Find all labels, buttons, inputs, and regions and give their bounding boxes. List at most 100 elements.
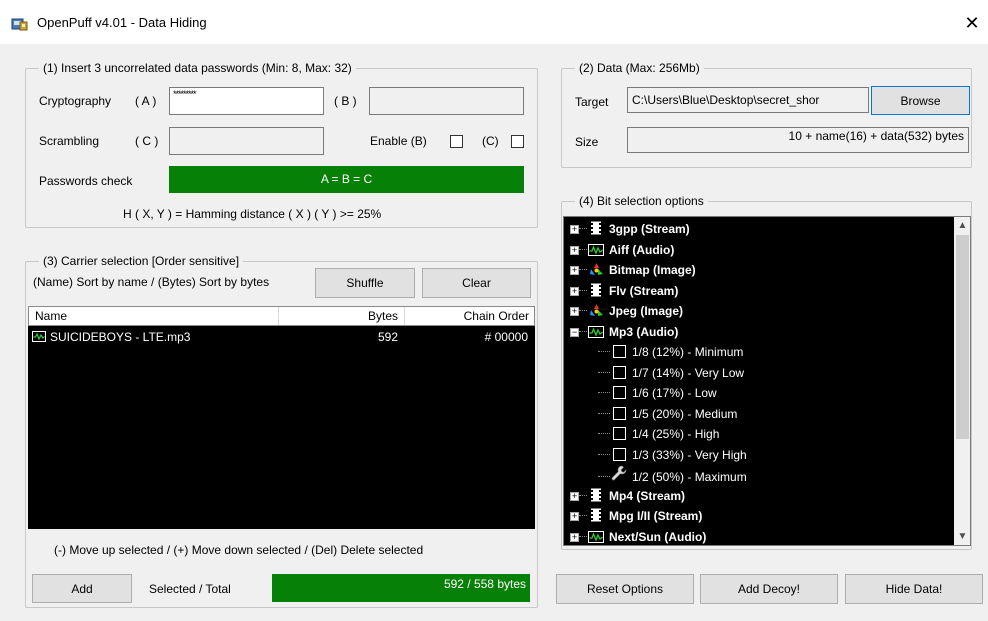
wrench-icon[interactable] (610, 465, 628, 487)
film-icon (587, 488, 605, 508)
checkbox-icon[interactable] (610, 445, 628, 465)
bit-option-item[interactable]: 1/8 (12%) - Minimum (598, 342, 743, 362)
shuffle-button[interactable]: Shuffle (315, 268, 415, 298)
carrier-file-chain: # 00000 (484, 330, 528, 344)
passwords-check-label: Passwords check (39, 174, 133, 188)
bit-option-label: 1/6 (17%) - Low (632, 386, 717, 400)
hide-data-button[interactable]: Hide Data! (845, 574, 983, 604)
bit-selection-tree[interactable]: +3gpp (Stream) + Aiff (Audio) + Bitmap (Imag… (563, 216, 971, 546)
audio-icon (587, 529, 605, 545)
password-b-input[interactable] (369, 87, 524, 115)
scrambling-label: Scrambling (39, 134, 100, 148)
add-decoy-button[interactable]: Add Decoy! (700, 574, 838, 604)
bit-option-item[interactable]: 1/6 (17%) - Low (598, 383, 717, 403)
expander-icon[interactable]: + (570, 492, 579, 501)
reset-options-button[interactable]: Reset Options (556, 574, 694, 604)
app-icon (11, 16, 28, 31)
tree-scrollbar[interactable]: ▲ ▼ (954, 217, 970, 545)
selected-total-label: Selected / Total (149, 582, 231, 596)
tree-item[interactable]: + Next/Sun (Audio) (570, 527, 707, 545)
password-c-label: ( C ) (135, 134, 159, 148)
close-icon[interactable]: ✕ (956, 8, 988, 38)
sort-note: (Name) Sort by name / (Bytes) Sort by by… (33, 275, 270, 289)
enable-c-label: (C) (482, 134, 499, 148)
size-field: 10 + name(16) + data(532) bytes (627, 127, 969, 153)
checkbox-icon[interactable] (610, 363, 628, 383)
scroll-thumb[interactable] (956, 235, 969, 439)
bit-option-item[interactable]: 1/7 (14%) - Very Low (598, 363, 744, 383)
target-field[interactable]: C:\Users\Blue\Desktop\secret_shor (627, 87, 869, 113)
bit-option-item[interactable]: 1/3 (33%) - Very High (598, 445, 747, 465)
image-icon (587, 303, 605, 323)
table-row[interactable]: SUICIDEBOYS - LTE.mp3 592 # 00000 (28, 328, 535, 346)
audio-icon (587, 242, 605, 262)
browse-button[interactable]: Browse (871, 86, 970, 115)
scroll-up-icon[interactable]: ▲ (954, 217, 970, 234)
film-icon (587, 221, 605, 241)
carrier-legend: (3) Carrier selection [Order sensitive] (39, 254, 244, 268)
bit-option-label: 1/4 (25%) - High (632, 427, 720, 441)
film-icon (587, 283, 605, 303)
carrier-file-bytes: 592 (377, 330, 398, 344)
audio-icon (32, 331, 46, 345)
enable-b-label: Enable (B) (370, 134, 427, 148)
tree-item[interactable]: +3gpp (Stream) (570, 219, 690, 239)
tree-item[interactable]: − Mp3 (Audio) (570, 322, 678, 342)
enable-b-checkbox[interactable] (450, 135, 463, 148)
selected-total-bar: 592 / 558 bytes (272, 574, 530, 602)
bit-option-item[interactable]: 1/5 (20%) - Medium (598, 404, 737, 424)
scroll-down-icon[interactable]: ▼ (954, 528, 970, 545)
expander-icon[interactable]: + (570, 533, 579, 542)
expander-icon[interactable]: + (570, 287, 579, 296)
expander-icon[interactable]: + (570, 307, 579, 316)
expander-icon[interactable]: + (570, 266, 579, 275)
expander-icon[interactable]: − (570, 328, 579, 337)
expander-icon[interactable]: + (570, 512, 579, 521)
data-legend: (2) Data (Max: 256Mb) (575, 61, 704, 75)
password-a-input[interactable]: ********* (169, 87, 324, 115)
add-button[interactable]: Add (32, 574, 132, 603)
carrier-list[interactable]: SUICIDEBOYS - LTE.mp3 592 # 00000 (28, 326, 535, 529)
tree-item[interactable]: + Aiff (Audio) (570, 240, 674, 260)
column-chain-order[interactable]: Chain Order (405, 307, 535, 325)
tree-item[interactable]: + Bitmap (Image) (570, 260, 696, 280)
bit-option-item[interactable]: 1/4 (25%) - High (598, 424, 719, 444)
enable-c-checkbox[interactable] (511, 135, 524, 148)
tree-item[interactable]: + Jpeg (Image) (570, 301, 683, 321)
passwords-check-bar: A = B = C (169, 166, 524, 193)
clear-button[interactable]: Clear (422, 268, 531, 298)
tree-item-label: Bitmap (Image) (609, 263, 696, 277)
target-label: Target (575, 95, 609, 109)
tree-item-label: Jpeg (Image) (609, 304, 684, 318)
column-bytes[interactable]: Bytes (279, 307, 405, 325)
bit-option-label: 1/7 (14%) - Very Low (632, 366, 745, 380)
tree-item-label: 3gpp (Stream) (609, 222, 690, 236)
window-title: OpenPuff v4.01 - Data Hiding (37, 15, 207, 30)
password-b-label: ( B ) (334, 94, 357, 108)
tree-item-label: Next/Sun (Audio) (609, 530, 707, 544)
checkbox-icon[interactable] (610, 424, 628, 444)
carrier-list-header: Name Bytes Chain Order (28, 306, 535, 326)
bit-option-item[interactable]: 1/2 (50%) - Maximum (598, 465, 747, 485)
passwords-legend: (1) Insert 3 uncorrelated data passwords… (39, 61, 356, 75)
carrier-file-name: SUICIDEBOYS - LTE.mp3 (50, 330, 191, 344)
bit-option-label: 1/5 (20%) - Medium (632, 407, 738, 421)
checkbox-icon[interactable] (610, 342, 628, 362)
expander-icon[interactable]: + (570, 246, 579, 255)
expander-icon[interactable]: + (570, 225, 579, 234)
column-name[interactable]: Name (29, 307, 279, 325)
tree-item-label: Aiff (Audio) (609, 243, 675, 257)
tree-item[interactable]: + Flv (Stream) (570, 281, 678, 301)
checkbox-icon[interactable] (610, 404, 628, 424)
data-group (561, 68, 972, 168)
tree-item[interactable]: + Mp4 (Stream) (570, 486, 685, 506)
checkbox-icon[interactable] (610, 383, 628, 403)
tree-item[interactable]: + Mpg I/II (Stream) (570, 506, 702, 526)
tree-item-label: Mp4 (Stream) (609, 489, 686, 503)
film-icon (587, 508, 605, 528)
tree-item-label: Mpg I/II (Stream) (609, 509, 703, 523)
cryptography-label: Cryptography (39, 94, 112, 108)
bit-option-label: 1/2 (50%) - Maximum (632, 470, 747, 484)
bits-legend: (4) Bit selection options (575, 194, 708, 208)
password-c-input[interactable] (169, 127, 324, 155)
